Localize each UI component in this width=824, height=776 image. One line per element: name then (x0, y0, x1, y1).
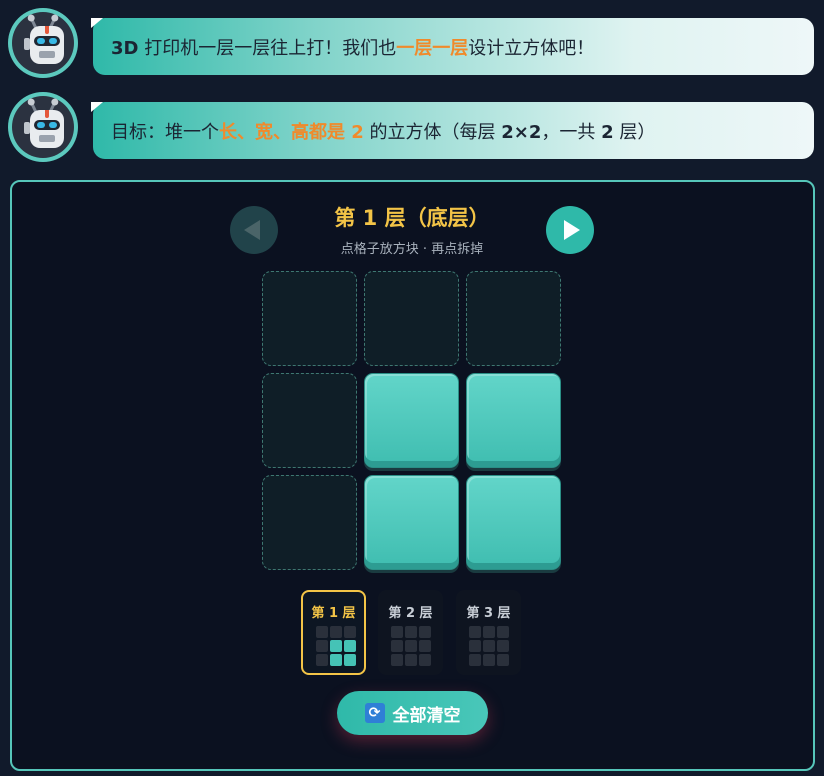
grid-cell-filled[interactable] (466, 475, 561, 570)
preview-cell (405, 654, 417, 666)
arrow-right-icon (564, 220, 580, 240)
robot-avatar-icon (8, 8, 78, 78)
grid-cell-filled[interactable] (364, 475, 459, 570)
prev-layer-button[interactable] (230, 206, 278, 254)
grid-cell-filled[interactable] (466, 373, 561, 468)
grid-cell-empty[interactable] (364, 271, 459, 366)
preview-cell (497, 654, 509, 666)
preview-cell (330, 640, 342, 652)
clear-all-label: 全部清空 (392, 705, 461, 726)
layer-hint: 点格子放方块 · 再点拆掉 (340, 242, 484, 257)
message-text-part: 3D (111, 37, 139, 59)
message-bubble: 目标：堆一个长、宽、高都是 2 的立方体（每层 2×2，一共 2 层） (91, 102, 814, 159)
message-text-part: 2×2 (501, 121, 542, 143)
message-text: 3D 打印机一层一层往上打！我们也一层一层设计立方体吧！ (111, 34, 594, 60)
preview-cell (316, 654, 328, 666)
layer-tab-label: 第 1 层 (311, 606, 356, 621)
robot-avatar-icon (8, 92, 78, 162)
refresh-icon: ⟳ (364, 703, 385, 723)
message-text-part: 目标：堆一个 (111, 121, 219, 143)
layer-tab-2[interactable]: 第 2 层 (378, 590, 443, 675)
message-text-part: 打印机一层一层往上打！我们也 (138, 37, 397, 59)
preview-cell (497, 640, 509, 652)
layer-tab-label: 第 2 层 (388, 606, 433, 621)
preview-cell (483, 654, 495, 666)
layer-tab-3[interactable]: 第 3 层 (456, 590, 521, 675)
robot-message-1: 3D 打印机一层一层往上打！我们也一层一层设计立方体吧！ (0, 8, 824, 84)
message-text: 目标：堆一个长、宽、高都是 2 的立方体（每层 2×2，一共 2 层） (111, 118, 655, 144)
message-text-part: 层） (613, 121, 656, 143)
preview-cell (391, 626, 403, 638)
preview-cell (497, 626, 509, 638)
layer-preview (316, 626, 356, 666)
message-text-part: 长、宽、高都是 2 (219, 121, 364, 143)
preview-cell (405, 640, 417, 652)
message-text-part: 2 (601, 121, 614, 143)
preview-cell (344, 640, 356, 652)
clear-all-button[interactable]: ⟳ 全部清空 (337, 691, 488, 735)
preview-cell (419, 626, 431, 638)
preview-cell (344, 626, 356, 638)
message-text-part: 的立方体（每层 (363, 121, 502, 143)
preview-cell (316, 640, 328, 652)
preview-cell (419, 654, 431, 666)
preview-cell (419, 640, 431, 652)
preview-cell (316, 626, 328, 638)
message-text-part: 设计立方体吧！ (468, 37, 595, 59)
preview-cell (330, 626, 342, 638)
robot-message-2: 目标：堆一个长、宽、高都是 2 的立方体（每层 2×2，一共 2 层） (0, 92, 824, 168)
layer-title: 第 1 层（底层） (334, 206, 490, 230)
preview-cell (330, 654, 342, 666)
preview-cell (469, 626, 481, 638)
grid-cell-empty[interactable] (262, 373, 357, 468)
message-bubble: 3D 打印机一层一层往上打！我们也一层一层设计立方体吧！ (91, 18, 814, 75)
preview-cell (391, 654, 403, 666)
grid-cell-filled[interactable] (364, 373, 459, 468)
layer-preview (391, 626, 431, 666)
preview-cell (483, 626, 495, 638)
preview-cell (405, 626, 417, 638)
layer-grid (262, 271, 562, 571)
layer-preview (469, 626, 509, 666)
arrow-left-icon (244, 220, 260, 240)
grid-cell-empty[interactable] (262, 271, 357, 366)
preview-cell (469, 654, 481, 666)
grid-cell-empty[interactable] (262, 475, 357, 570)
next-layer-button[interactable] (546, 206, 594, 254)
message-text-part: 一层一层 (396, 37, 469, 59)
preview-cell (344, 654, 356, 666)
preview-cell (391, 640, 403, 652)
layer-tab-1[interactable]: 第 1 层 (301, 590, 366, 675)
preview-cell (483, 640, 495, 652)
preview-cell (469, 640, 481, 652)
message-text-part: ，一共 (541, 121, 602, 143)
grid-cell-empty[interactable] (466, 271, 561, 366)
layer-tab-label: 第 3 层 (466, 606, 511, 621)
